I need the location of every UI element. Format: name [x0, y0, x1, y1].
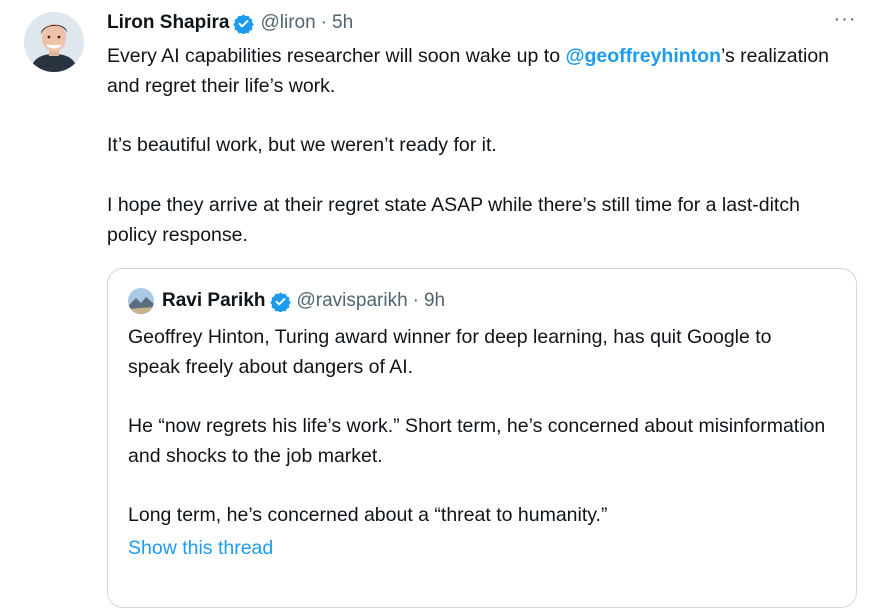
quoted-author-name[interactable]: Ravi Parikh [162, 290, 266, 312]
quoted-author-handle[interactable]: @ravisparikh [297, 290, 408, 312]
quoted-paragraph-1: Geoffrey Hinton, Turing award winner for… [128, 326, 772, 378]
header-separator: · [320, 12, 327, 33]
tweet-paragraph-3: I hope they arrive at their regret state… [107, 194, 800, 246]
quoted-author-avatar[interactable] [128, 288, 154, 314]
author-avatar-image [24, 12, 84, 72]
verified-badge-icon [233, 13, 255, 34]
mention-link[interactable]: @geoffreyhinton [565, 45, 721, 67]
tweet-header: Liron Shapira @liron · 5h [107, 8, 353, 38]
tweet-text-pre-mention: Every AI capabilities researcher will so… [107, 45, 566, 67]
quoted-paragraph-2: He “now regrets his life’s work.” Short … [128, 415, 826, 467]
quoted-tweet[interactable]: Ravi Parikh @ravisparikh · 9h Geoffrey H… [107, 268, 857, 608]
author-avatar[interactable] [24, 12, 84, 72]
quoted-tweet-header: Ravi Parikh @ravisparikh · 9h [128, 287, 445, 315]
author-name[interactable]: Liron Shapira [107, 12, 229, 34]
verified-badge-icon [269, 291, 291, 312]
author-handle[interactable]: @liron [260, 12, 315, 34]
quoted-tweet-timestamp[interactable]: 9h [424, 290, 445, 312]
tweet-timestamp[interactable]: 5h [332, 12, 353, 34]
tweet-paragraph-2: It’s beautiful work, but we weren’t read… [107, 134, 497, 156]
quoted-paragraph-3: Long term, he’s concerned about a “threa… [128, 504, 608, 526]
quoted-header-separator: · [412, 290, 419, 311]
show-thread-link[interactable]: Show this thread [128, 537, 273, 560]
tweet[interactable]: Liron Shapira @liron · 5h ··· Every AI c… [0, 0, 882, 608]
more-options-icon[interactable]: ··· [830, 8, 860, 32]
tweet-paragraph-1: Every AI capabilities researcher will so… [107, 41, 847, 101]
